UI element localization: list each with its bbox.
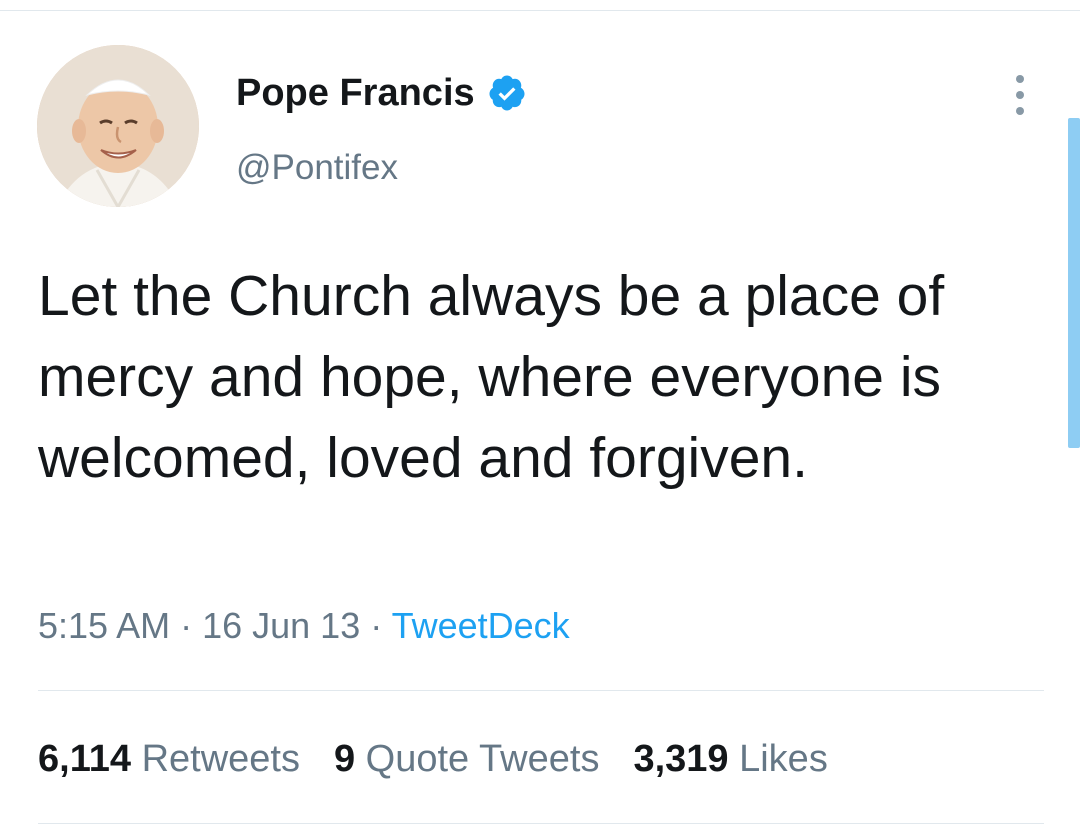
- author-display-name[interactable]: Pope Francis: [236, 70, 475, 116]
- meta-separator: ·: [170, 605, 203, 646]
- quote-tweets-count: 9: [333, 738, 356, 780]
- top-divider: [0, 10, 1080, 11]
- avatar-photo: [37, 45, 199, 207]
- avatar[interactable]: [37, 45, 199, 207]
- quote-tweets-label: Quote Tweets: [365, 738, 600, 780]
- stats-top-divider: [38, 690, 1044, 691]
- meta-separator: ·: [360, 605, 392, 646]
- tweet-date[interactable]: 16 Jun 13: [202, 605, 360, 646]
- author-handle[interactable]: @Pontifex: [236, 147, 398, 189]
- verified-badge-icon: [487, 73, 527, 113]
- likes-stat[interactable]: 3,319 Likes: [633, 735, 827, 783]
- likes-label: Likes: [739, 738, 828, 780]
- more-vertical-icon[interactable]: [1004, 70, 1036, 120]
- tweet-stats: 6,114 Retweets 9 Quote Tweets 3,319 Like…: [38, 735, 862, 783]
- tweet-time[interactable]: 5:15 AM: [38, 605, 170, 646]
- author-name-row[interactable]: Pope Francis: [236, 70, 527, 116]
- tweet-text: Let the Church always be a place of merc…: [38, 264, 945, 490]
- scrollbar[interactable]: [1068, 118, 1080, 448]
- tweet-source-link[interactable]: TweetDeck: [392, 605, 570, 646]
- retweets-label: Retweets: [141, 738, 300, 780]
- likes-count: 3,319: [633, 738, 729, 780]
- quote-tweets-stat[interactable]: 9 Quote Tweets: [334, 735, 599, 783]
- retweets-count: 6,114: [38, 738, 131, 780]
- retweets-stat[interactable]: 6,114 Retweets: [38, 735, 300, 783]
- tweet-meta: 5:15 AM · 16 Jun 13 · TweetDeck: [38, 602, 570, 650]
- stats-bottom-divider: [38, 823, 1044, 824]
